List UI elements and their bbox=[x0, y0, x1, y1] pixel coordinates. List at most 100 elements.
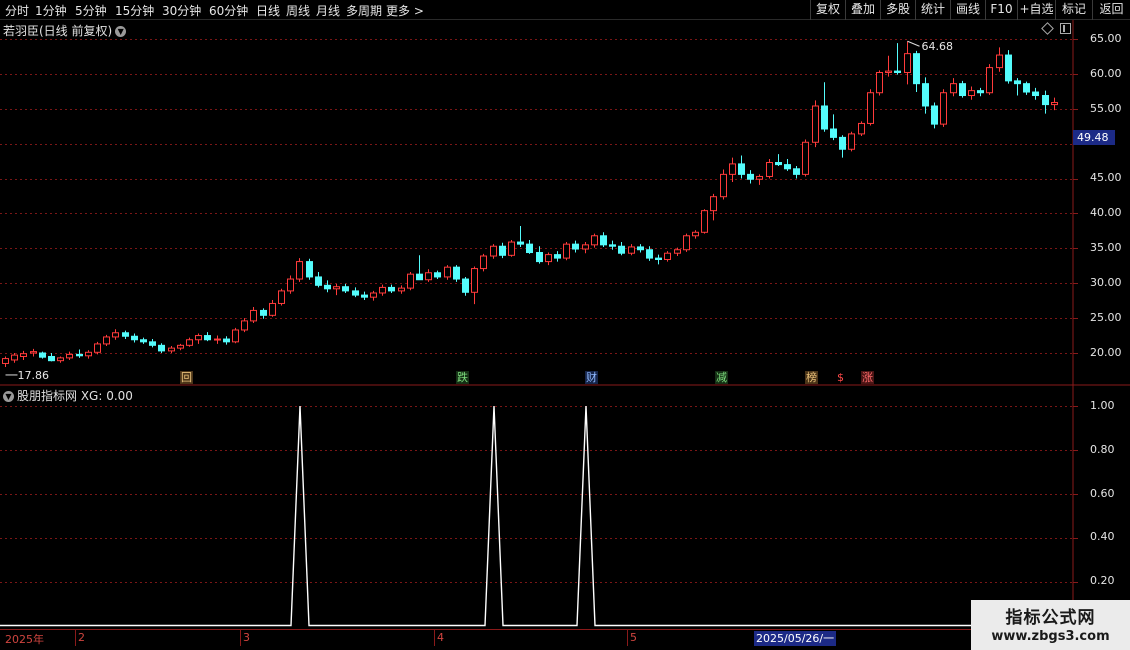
watermark-logo: 指标公式网 www.zbgs3.com bbox=[971, 600, 1130, 650]
current-price-tag: 49.48 bbox=[1073, 130, 1115, 145]
indicator-axis-label: 1.00 bbox=[1090, 399, 1115, 412]
candle-body-up bbox=[214, 338, 221, 341]
candle-body-down bbox=[1005, 54, 1012, 82]
high-pointer bbox=[907, 40, 920, 47]
candle-body-down bbox=[76, 353, 83, 357]
candle-body-up bbox=[66, 353, 73, 359]
candle-body-up bbox=[250, 309, 257, 322]
candle-body-down bbox=[618, 245, 625, 254]
candle-body-down bbox=[462, 278, 469, 293]
candle-body-down bbox=[352, 290, 359, 296]
candle-body-down bbox=[342, 286, 349, 292]
candle-body-down bbox=[977, 90, 984, 94]
watermark-title: 指标公式网 bbox=[1005, 608, 1096, 628]
candle-body-up bbox=[177, 344, 184, 349]
price-axis-label: 55.00 bbox=[1090, 102, 1122, 115]
candle-body-up bbox=[2, 358, 9, 364]
candle-body-up bbox=[296, 261, 303, 280]
candle-body-up bbox=[756, 175, 763, 180]
candle-body-up bbox=[398, 287, 405, 292]
candle-body-down bbox=[784, 164, 791, 170]
candle-body-up bbox=[407, 273, 414, 289]
event-marker-dollar[interactable]: $ bbox=[836, 371, 845, 384]
candle-body-up bbox=[729, 163, 736, 175]
chevron-down-icon[interactable]: ▼ bbox=[115, 26, 127, 37]
event-marker-ranking[interactable]: 榜 bbox=[805, 371, 818, 384]
event-marker-reduce[interactable]: 减 bbox=[715, 371, 728, 384]
candle-body-down bbox=[1014, 80, 1021, 85]
watermark-url: www.zbgs3.com bbox=[991, 629, 1110, 644]
candle-body-down bbox=[922, 83, 929, 107]
candle-body-down bbox=[39, 352, 46, 358]
candle-body-up bbox=[57, 357, 64, 362]
candle-body-down bbox=[793, 168, 800, 175]
candle-body-up bbox=[867, 92, 874, 124]
indicator-name: 股朋指标网 XG: 0.00 bbox=[17, 389, 133, 403]
candle-body-down bbox=[453, 266, 460, 280]
candle-body-down bbox=[315, 276, 322, 286]
candle-body-up bbox=[20, 353, 27, 357]
price-axis-label: 60.00 bbox=[1090, 67, 1122, 80]
event-marker-fall[interactable]: 跌 bbox=[456, 371, 469, 384]
candle-body-up bbox=[876, 71, 883, 94]
date-label: 3 bbox=[243, 631, 250, 644]
candle-body-down bbox=[609, 244, 616, 247]
date-label: 4 bbox=[437, 631, 444, 644]
date-tick bbox=[240, 630, 241, 646]
candle-body-up bbox=[103, 336, 110, 345]
kline-chart[interactable]: 64.68 17.86 bbox=[0, 0, 1130, 650]
candle-body-up bbox=[1051, 101, 1058, 106]
candle-body-up bbox=[195, 335, 202, 341]
candle-body-up bbox=[591, 235, 598, 246]
candle-body-up bbox=[628, 246, 635, 254]
candle-body-up bbox=[444, 266, 451, 278]
candle-body-down bbox=[1042, 95, 1049, 106]
candle-body-up bbox=[848, 133, 855, 150]
candle-body-up bbox=[996, 54, 1003, 69]
indicator-axis-label: 0.60 bbox=[1090, 487, 1115, 500]
candle-body-up bbox=[30, 351, 37, 354]
candle-body-up bbox=[480, 255, 487, 270]
price-axis-label: 20.00 bbox=[1090, 346, 1122, 359]
candle-body-down bbox=[1032, 91, 1039, 97]
candle-body-down bbox=[913, 53, 920, 85]
chevron-down-icon[interactable]: ▼ bbox=[3, 391, 14, 402]
candle-body-up bbox=[471, 268, 478, 293]
event-marker-rise[interactable]: 涨 bbox=[861, 371, 874, 384]
candle-body-up bbox=[278, 290, 285, 304]
price-axis-label: 65.00 bbox=[1090, 32, 1122, 45]
candle-body-up bbox=[186, 339, 193, 346]
candle-body-up bbox=[370, 292, 377, 298]
candle-body-up bbox=[674, 249, 681, 254]
date-label: 2025年 bbox=[5, 633, 44, 646]
indicator-axis-label: 0.80 bbox=[1090, 443, 1115, 456]
panel-toggle-icon[interactable] bbox=[1060, 23, 1071, 34]
candle-body-up bbox=[766, 162, 773, 177]
event-marker-review[interactable]: 回 bbox=[180, 371, 193, 384]
candle-body-up bbox=[269, 302, 276, 316]
candle-body-up bbox=[508, 241, 515, 256]
price-axis-label: 35.00 bbox=[1090, 241, 1122, 254]
indicator-title: ▼ 股朋指标网 XG: 0.00 bbox=[3, 387, 133, 404]
candle-body-down bbox=[223, 338, 230, 343]
high-price-label: 64.68 bbox=[922, 40, 954, 53]
candle-body-up bbox=[232, 329, 239, 343]
event-marker-finance[interactable]: 财 bbox=[585, 371, 598, 384]
candle-body-down bbox=[894, 70, 901, 73]
candle-body-down bbox=[646, 249, 653, 259]
date-axis: 2025年 2 3 4 5 2025/05/26/一 bbox=[0, 629, 1073, 650]
date-tick bbox=[75, 630, 76, 646]
candle-body-down bbox=[526, 243, 533, 254]
candle-body-down bbox=[158, 344, 165, 352]
candle-body-up bbox=[112, 332, 119, 338]
xg-signal-line bbox=[0, 405, 1073, 627]
candle-body-up bbox=[287, 278, 294, 292]
candle-body-up bbox=[940, 92, 947, 125]
date-tick bbox=[434, 630, 435, 646]
candle-body-down bbox=[655, 257, 662, 260]
candle-body-up bbox=[545, 254, 552, 263]
main-chart-title: 若羽臣(日线 前复权) ▼ bbox=[3, 22, 127, 39]
candle-body-up bbox=[664, 252, 671, 260]
price-axis-label: 40.00 bbox=[1090, 206, 1122, 219]
candle-body-down bbox=[775, 162, 782, 166]
